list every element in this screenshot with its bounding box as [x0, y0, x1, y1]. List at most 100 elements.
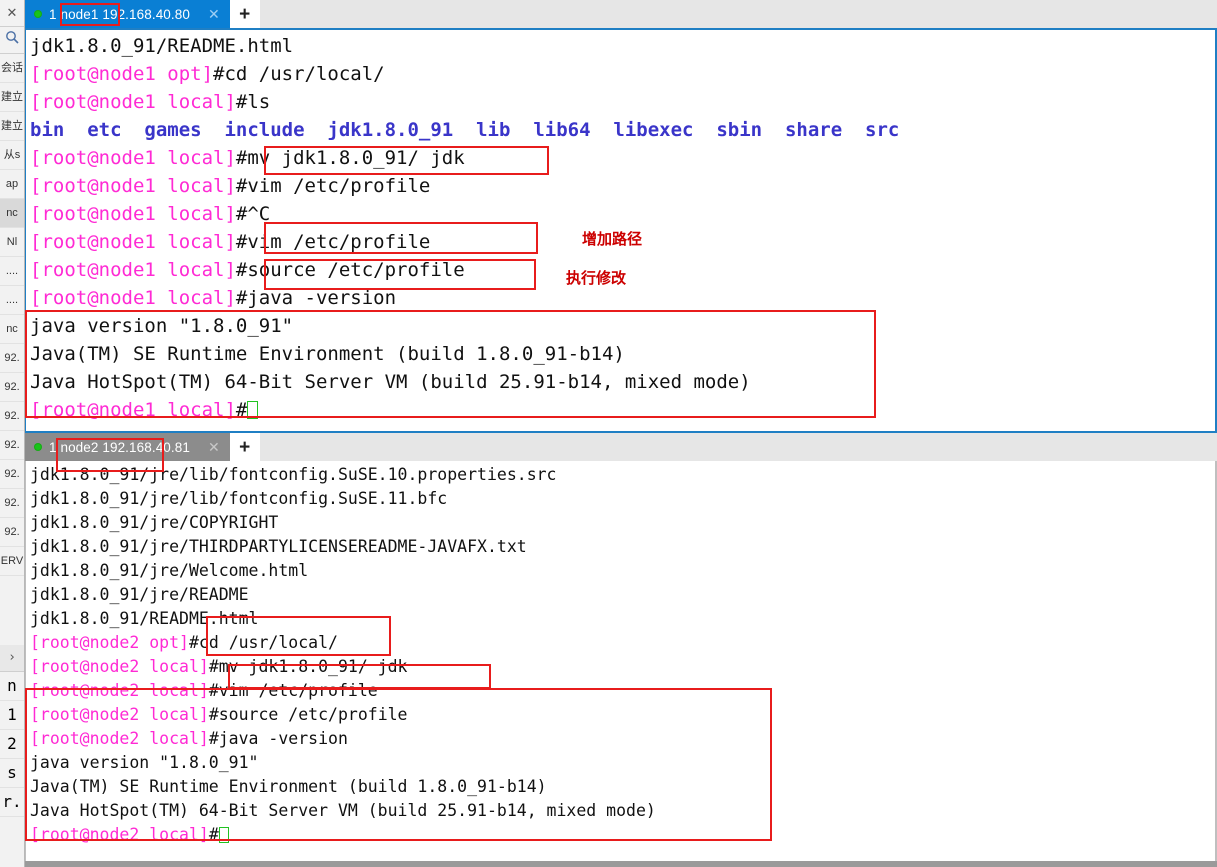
tab-node2[interactable]: 1 node2 192.168.40.81 ✕ [24, 433, 230, 461]
terminal-line: [root@node2 local]#vim /etc/profile [30, 679, 1215, 703]
sidebar-lower-item-3[interactable]: s [0, 759, 24, 788]
terminal-text: Java(TM) SE Runtime Environment (build 1… [30, 343, 625, 365]
terminal-cursor [247, 401, 259, 419]
terminal-line: [root@node2 local]#source /etc/profile [30, 703, 1215, 727]
sidebar-lower-list[interactable]: n 1 2 s r. [0, 672, 24, 817]
terminal-text: #mv jdk1.8.0_91/ jdk [208, 657, 408, 676]
terminal-line: [root@node2 opt]#cd /usr/local/ [30, 631, 1215, 655]
shell-prompt: [root@node1 local] [30, 399, 236, 421]
close-icon[interactable]: ✕ [0, 0, 24, 26]
terminal-text: #cd /usr/local/ [188, 633, 338, 652]
terminal-text: # [208, 825, 219, 844]
sidebar-item-14[interactable]: 92. [0, 460, 24, 489]
sidebar-item-6[interactable]: Nl [0, 228, 24, 257]
terminal-line: [root@node1 opt]#cd /usr/local/ [30, 60, 1215, 88]
sidebar-item-16[interactable]: 92. [0, 518, 24, 547]
sidebar-lower-item-2[interactable]: 2 [0, 730, 24, 759]
sidebar-item-1[interactable]: 建立 [0, 83, 24, 112]
terminal-text: #java -version [235, 287, 397, 309]
terminal-text: jdk1.8.0_91/jre/lib/fontconfig.SuSE.11.b… [30, 489, 448, 508]
sidebar-lower-item-4[interactable]: r. [0, 788, 24, 817]
sidebar-item-7[interactable]: .... [0, 257, 24, 286]
terminal-text: #vim /etc/profile [235, 175, 431, 197]
terminal-text: #java -version [208, 729, 348, 748]
terminal-line: [root@node2 local]# [30, 823, 1215, 847]
tab-node1[interactable]: 1 node1 192.168.40.80 ✕ [24, 0, 230, 28]
terminal-text: Java(TM) SE Runtime Environment (build 1… [30, 777, 547, 796]
sidebar-item-3[interactable]: 从s [0, 141, 24, 170]
shell-prompt: [root@node2 local] [30, 657, 209, 676]
sidebar-item-17[interactable]: ERV [0, 547, 24, 576]
search-icon[interactable] [0, 27, 24, 53]
terminal-line: Java(TM) SE Runtime Environment (build 1… [30, 775, 1215, 799]
shell-prompt: [root@node1 local] [30, 231, 236, 253]
sidebar-item-10[interactable]: 92. [0, 344, 24, 373]
expand-chevron-icon[interactable]: › [0, 645, 24, 672]
tab-node2-label: 1 node2 192.168.40.81 [49, 439, 190, 455]
shell-prompt: [root@node1 local] [30, 147, 236, 169]
new-tab-button[interactable]: + [229, 0, 260, 28]
terminal-text: Java HotSpot(TM) 64-Bit Server VM (build… [30, 371, 751, 393]
sidebar-item-13[interactable]: 92. [0, 431, 24, 460]
sidebar-item-0[interactable]: 会话 [0, 54, 24, 83]
terminal-text: #vim /etc/profile [208, 681, 378, 700]
terminal-text: jdk1.8.0_91/README.html [30, 35, 294, 57]
terminal-line: [root@node1 local]#^C [30, 200, 1215, 228]
terminal-lines-node2: jdk1.8.0_91/jre/lib/fontconfig.SuSE.10.p… [30, 463, 1215, 847]
sidebar-item-2[interactable]: 建立 [0, 112, 24, 141]
tab-close-icon[interactable]: ✕ [208, 7, 220, 21]
terminal-line: jdk1.8.0_91/jre/lib/fontconfig.SuSE.11.b… [30, 487, 1215, 511]
terminal-line: [root@node2 local]#java -version [30, 727, 1215, 751]
new-tab-button[interactable]: + [229, 433, 260, 461]
terminal-text: jdk1.8.0_91/jre/COPYRIGHT [30, 513, 279, 532]
terminal-line: [root@node1 local]# [30, 396, 1215, 424]
terminal-line: [root@node1 local]#java -version [30, 284, 1215, 312]
directory-listing: bin etc games include jdk1.8.0_91 lib li… [30, 119, 900, 141]
terminal-output-node2[interactable]: jdk1.8.0_91/jre/lib/fontconfig.SuSE.10.p… [24, 461, 1217, 867]
terminal-line: jdk1.8.0_91/README.html [30, 607, 1215, 631]
shell-prompt: [root@node1 opt] [30, 63, 214, 85]
terminal-cursor [218, 827, 229, 843]
terminal-lines-node1: jdk1.8.0_91/README.html [root@node1 opt]#… [30, 32, 1215, 424]
sidebar-item-15[interactable]: 92. [0, 489, 24, 518]
sidebar-lower-item-1[interactable]: 1 [0, 701, 24, 730]
terminal-line: jdk1.8.0_91/README.html [30, 32, 1215, 60]
terminal-text: jdk1.8.0_91/README.html [30, 609, 259, 628]
terminal-text: java version "1.8.0_91" [30, 753, 259, 772]
terminal-line: Java HotSpot(TM) 64-Bit Server VM (build… [30, 368, 1215, 396]
terminal-text: #^C [235, 203, 271, 225]
tab-status-dot-icon [34, 443, 42, 451]
terminal-panel-node1: 1 node1 192.168.40.80 ✕ + jdk1.8.0_91/RE… [24, 0, 1217, 433]
terminal-line: [root@node1 local]#vim /etc/profile [30, 228, 1215, 256]
terminal-text: #source /etc/profile [208, 705, 408, 724]
sidebar-lower-item-0[interactable]: n [0, 672, 24, 701]
terminal-line: jdk1.8.0_91/jre/lib/fontconfig.SuSE.10.p… [30, 463, 1215, 487]
sidebar-item-12[interactable]: 92. [0, 402, 24, 431]
terminal-text: Java HotSpot(TM) 64-Bit Server VM (build… [30, 801, 656, 820]
sidebar-item-11[interactable]: 92. [0, 373, 24, 402]
terminal-line: [root@node1 local]#source /etc/profile [30, 256, 1215, 284]
shell-prompt: [root@node2 local] [30, 729, 209, 748]
terminal-text: java version "1.8.0_91" [30, 315, 294, 337]
sidebar-lower-group[interactable]: › n 1 2 s r. [0, 645, 24, 817]
sidebar-session-list[interactable]: 会话 建立 建立 从s ap nc Nl........ nc 92. 92. 92. 92. 92. 9… [0, 54, 24, 576]
shell-prompt: [root@node1 local] [30, 203, 236, 225]
terminal-line: jdk1.8.0_91/jre/THIRDPARTYLICENSEREADME-… [30, 535, 1215, 559]
sidebar-item-4[interactable]: ap [0, 170, 24, 199]
shell-prompt: [root@node1 local] [30, 91, 236, 113]
terminal-text: #cd /usr/local/ [213, 63, 385, 85]
terminal-text: #mv jdk1.8.0_91/ jdk [235, 147, 465, 169]
shell-prompt: [root@node2 opt] [30, 633, 189, 652]
horizontal-scrollbar[interactable] [24, 861, 1217, 867]
sidebar-item-9[interactable]: nc [0, 315, 24, 344]
tab-status-dot-icon [34, 10, 42, 18]
tab-close-icon[interactable]: ✕ [208, 440, 220, 454]
terminal-line: [root@node1 local]#vim /etc/profile [30, 172, 1215, 200]
terminal-line: jdk1.8.0_91/jre/README [30, 583, 1215, 607]
terminal-output-node1[interactable]: jdk1.8.0_91/README.html [root@node1 opt]#… [24, 28, 1217, 433]
terminal-line: [root@node1 local]#mv jdk1.8.0_91/ jdk [30, 144, 1215, 172]
terminal-text: jdk1.8.0_91/jre/Welcome.html [30, 561, 309, 580]
sidebar-item-8[interactable]: .... [0, 286, 24, 315]
terminal-text: #vim /etc/profile [235, 231, 431, 253]
sidebar-item-5[interactable]: nc [0, 199, 24, 228]
